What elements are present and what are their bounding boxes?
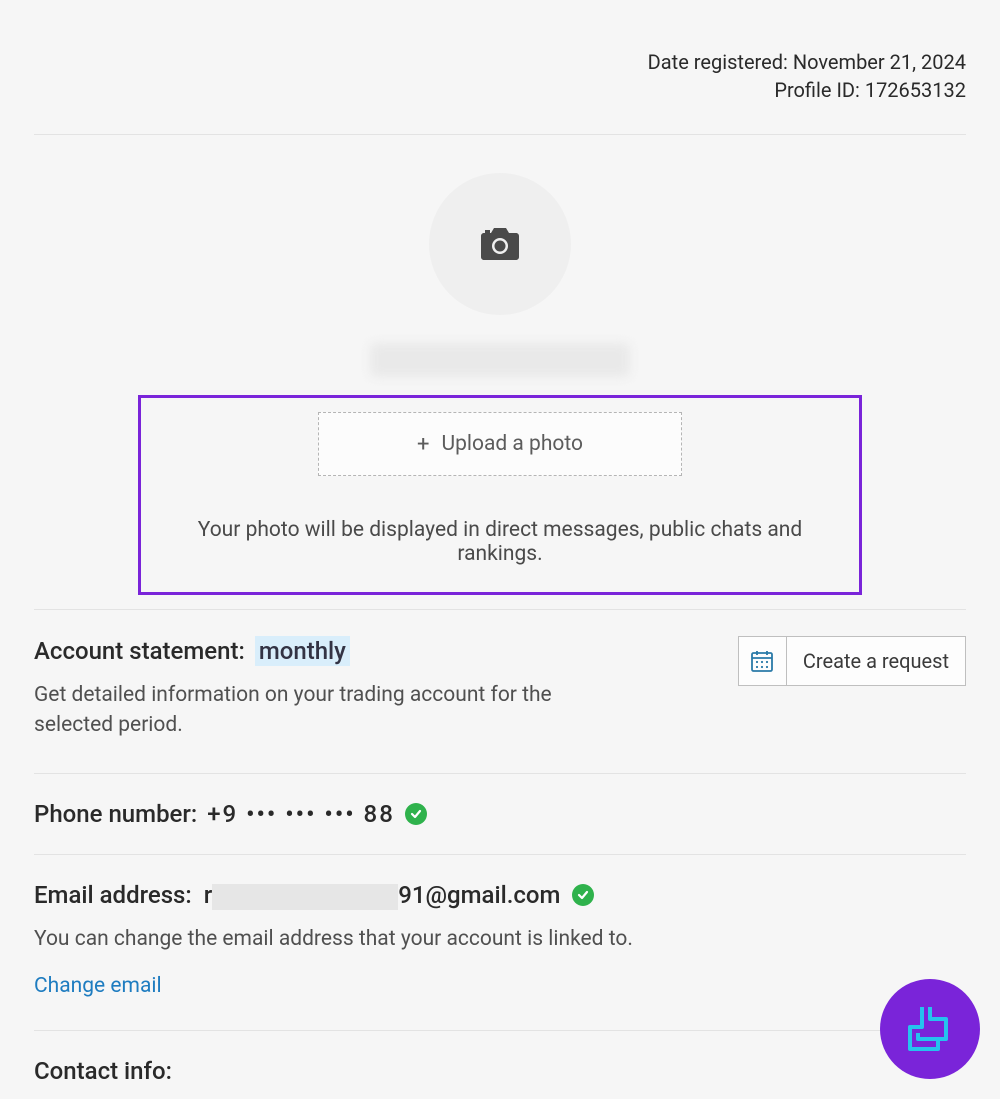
change-email-link[interactable]: Change email — [34, 974, 162, 998]
email-redacted — [212, 884, 398, 910]
create-request-label: Create a request — [803, 649, 949, 673]
contact-info-title: Contact info: — [34, 1057, 172, 1085]
email-suffix: 91@gmail.com — [398, 881, 560, 909]
phone-row: Phone number: +9 ••• ••• ••• 88 — [34, 800, 427, 828]
account-statement-desc: Get detailed information on your trading… — [34, 680, 574, 741]
avatar-placeholder[interactable] — [429, 173, 571, 315]
email-prefix: r — [204, 881, 212, 909]
email-desc: You can change the email address that yo… — [34, 924, 966, 954]
brand-floating-badge[interactable] — [880, 979, 980, 1079]
phone-label: Phone number: — [34, 800, 197, 828]
plus-icon: + — [417, 432, 429, 457]
profile-id-label: Profile ID: — [774, 78, 860, 102]
email-row: Email address: r 91@gmail.com — [34, 881, 594, 910]
upload-photo-button[interactable]: + Upload a photo — [318, 412, 682, 476]
create-request-button[interactable]: Create a request — [738, 636, 966, 686]
date-registered-label: Date registered: — [648, 50, 788, 74]
verified-check-icon — [572, 884, 594, 906]
date-registered-value: November 21, 2024 — [793, 50, 966, 74]
camera-icon — [481, 228, 519, 260]
upload-photo-label: Upload a photo — [441, 432, 583, 456]
account-statement-period[interactable]: monthly — [255, 636, 350, 666]
calendar-icon — [739, 637, 787, 685]
account-statement-label: Account statement: — [34, 637, 245, 665]
account-statement-title: Account statement: monthly — [34, 636, 350, 666]
phone-value: +9 ••• ••• ••• 88 — [207, 800, 395, 828]
upload-photo-note: Your photo will be displayed in direct m… — [193, 518, 807, 566]
brand-logo-icon — [902, 1001, 958, 1057]
verified-check-icon — [405, 803, 427, 825]
upload-photo-highlight: + Upload a photo Your photo will be disp… — [138, 395, 862, 595]
email-label: Email address: — [34, 881, 192, 909]
profile-meta: Date registered: November 21, 2024 Profi… — [34, 0, 966, 134]
profile-id-value: 172653132 — [865, 78, 966, 102]
profile-name-redacted — [370, 343, 630, 377]
email-value: r 91@gmail.com — [204, 881, 561, 910]
